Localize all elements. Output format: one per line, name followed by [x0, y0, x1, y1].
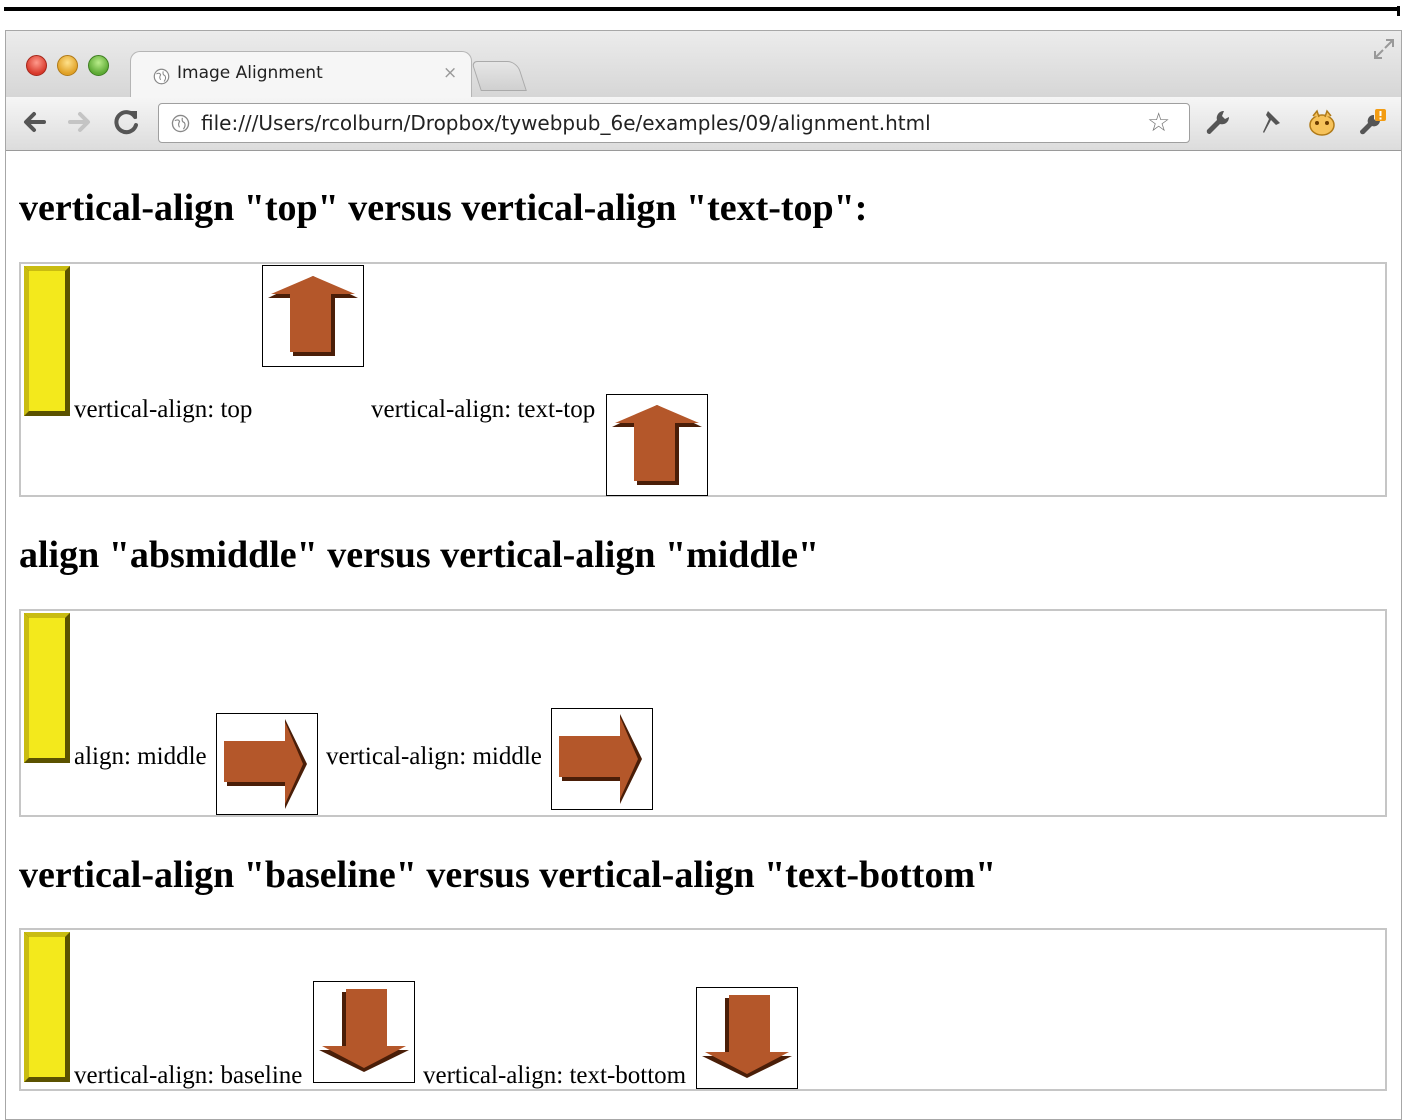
new-tab-button[interactable]	[471, 61, 527, 91]
tab-close-icon[interactable]: ×	[443, 63, 457, 83]
fullscreen-icon[interactable]	[1372, 37, 1396, 61]
label-vertical-align-text-top: vertical-align: text-top	[371, 396, 596, 423]
back-arrow-icon[interactable]	[18, 105, 52, 139]
reload-icon[interactable]	[110, 105, 144, 139]
top-rule-line	[4, 7, 1399, 11]
close-window-button[interactable]	[26, 55, 47, 76]
yellow-bar-image	[24, 932, 70, 1082]
label-vertical-align-text-bottom: vertical-align: text-bottom	[423, 1062, 687, 1089]
up-arrow-image	[606, 394, 708, 496]
wrench-alert-icon[interactable]	[1356, 107, 1388, 139]
down-arrow-image	[696, 987, 798, 1089]
heading-top-vs-text-top: vertical-align "top" versus vertical-ali…	[19, 187, 868, 229]
browser-window: Image Alignment × file:///Users/rcolburn…	[5, 30, 1402, 1120]
pin-icon[interactable]	[1258, 107, 1290, 139]
page-content: vertical-align "top" versus vertical-ali…	[6, 151, 1401, 1119]
label-vertical-align-top: vertical-align: top	[74, 396, 253, 423]
yellow-bar-image	[24, 266, 70, 416]
wrench-icon[interactable]	[1202, 107, 1234, 139]
page-top-rule	[0, 0, 1405, 18]
label-vertical-align-baseline: vertical-align: baseline	[74, 1062, 303, 1089]
tab-strip: Image Alignment ×	[6, 31, 1401, 97]
demo-box-top: vertical-align: top vertical-align: text…	[19, 262, 1387, 497]
globe-icon	[153, 68, 170, 85]
tab-title: Image Alignment	[177, 63, 323, 83]
browser-toolbar: file:///Users/rcolburn/Dropbox/tywebpub_…	[6, 97, 1401, 151]
heading-absmiddle-vs-middle: align "absmiddle" versus vertical-align …	[19, 534, 820, 576]
zoom-window-button[interactable]	[88, 55, 109, 76]
right-arrow-image	[216, 713, 318, 815]
bookmark-star-icon[interactable]: ☆	[1147, 108, 1170, 138]
up-arrow-image	[262, 265, 364, 367]
demo-box-bottom: vertical-align: baseline vertical-align:…	[19, 928, 1387, 1091]
yellow-bar-image	[24, 613, 70, 763]
down-arrow-image	[313, 981, 415, 1083]
url-text: file:///Users/rcolburn/Dropbox/tywebpub_…	[201, 111, 931, 135]
label-vertical-align-middle: vertical-align: middle	[326, 743, 542, 770]
forward-arrow-icon[interactable]	[62, 105, 96, 139]
right-arrow-image	[551, 708, 653, 810]
extension-icon[interactable]	[1306, 107, 1338, 139]
tab-image-alignment[interactable]: Image Alignment ×	[130, 51, 472, 97]
label-align-middle: align: middle	[74, 743, 207, 770]
heading-baseline-vs-text-bottom: vertical-align "baseline" versus vertica…	[19, 854, 997, 896]
demo-box-middle: align: middle vertical-align: middle	[19, 609, 1387, 817]
minimize-window-button[interactable]	[57, 55, 78, 76]
globe-icon	[171, 114, 190, 133]
top-rule-tick	[1397, 6, 1400, 16]
address-bar[interactable]: file:///Users/rcolburn/Dropbox/tywebpub_…	[158, 103, 1190, 143]
